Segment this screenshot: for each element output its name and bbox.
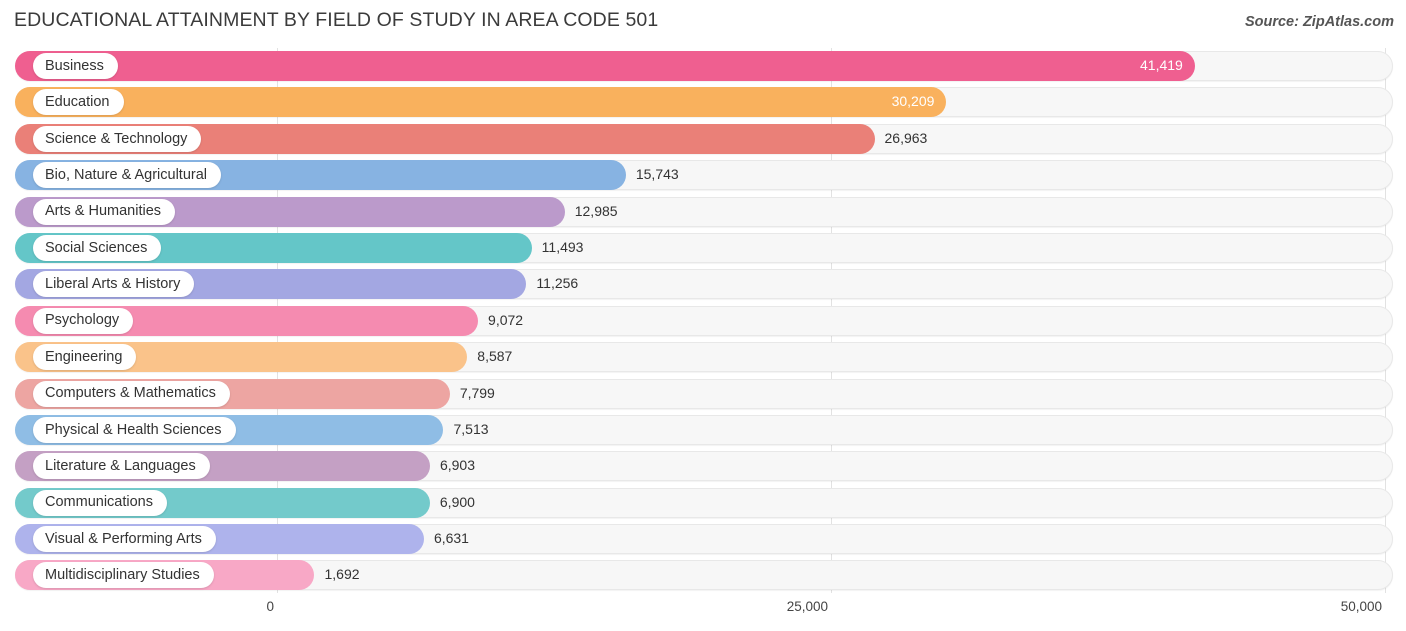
bar-row: Bio, Nature & Agricultural 15,743 <box>0 157 1406 193</box>
category-label: Multidisciplinary Studies <box>45 567 200 584</box>
chart-page: EDUCATIONAL ATTAINMENT BY FIELD OF STUDY… <box>0 0 1406 631</box>
bar-rows: Business 41,419 Education 30,209 Science & T… <box>0 48 1406 594</box>
bar-value-label: 15,743 <box>635 166 679 183</box>
plot-area: Business 41,419 Education 30,209 Science & T… <box>0 48 1406 593</box>
category-label-pill: Engineering <box>33 344 137 371</box>
bar-row: Social Sciences 11,493 <box>0 230 1406 266</box>
bar-row: Visual & Performing Arts 6,631 <box>0 521 1406 557</box>
bar-value-label: 11,256 <box>536 275 579 292</box>
bar-value-label: 6,903 <box>439 457 476 474</box>
bar-value-label: 1,692 <box>324 566 360 583</box>
category-label-pill: Multidisciplinary Studies <box>33 562 214 589</box>
bar-row: Literature & Languages 6,903 <box>0 448 1406 484</box>
category-label: Visual & Performing Arts <box>45 530 202 547</box>
category-label: Arts & Humanities <box>45 203 162 220</box>
page-title: EDUCATIONAL ATTAINMENT BY FIELD OF STUDY… <box>14 9 659 31</box>
bar-row: Multidisciplinary Studies 1,692 <box>0 557 1406 593</box>
category-label-pill: Computers & Mathematics <box>33 380 230 407</box>
category-label-pill: Science & Technology <box>33 125 202 152</box>
x-axis-tick-label: 0 <box>266 599 274 614</box>
category-label: Liberal Arts & History <box>45 276 181 293</box>
category-label: Literature & Languages <box>45 458 196 475</box>
category-label: Psychology <box>45 312 120 329</box>
source-attribution: Source: ZipAtlas.com <box>1244 14 1394 30</box>
bar[interactable] <box>15 87 947 118</box>
category-label: Social Sciences <box>45 239 148 256</box>
category-label-pill: Physical & Health Sciences <box>33 416 236 443</box>
category-label: Science & Technology <box>45 130 188 147</box>
category-label-pill: Communications <box>33 489 167 516</box>
bar-row: Psychology 9,072 <box>0 303 1406 339</box>
category-label-pill: Arts & Humanities <box>33 198 176 225</box>
x-axis-tick-label: 50,000 <box>1340 599 1382 614</box>
bar-row: Science & Technology 26,963 <box>0 121 1406 157</box>
category-label-pill: Literature & Languages <box>33 453 210 480</box>
bar-value-label: 26,963 <box>884 129 928 146</box>
bar[interactable] <box>15 51 1195 81</box>
category-label: Engineering <box>45 348 123 365</box>
category-label: Computers & Mathematics <box>45 385 216 402</box>
category-label: Bio, Nature & Agricultural <box>45 166 207 183</box>
category-label-pill: Bio, Nature & Agricultural <box>33 162 221 189</box>
category-label: Physical & Health Sciences <box>45 421 222 438</box>
category-label-pill: Business <box>33 53 118 79</box>
bar-value-label: 7,513 <box>453 420 489 437</box>
category-label: Education <box>45 94 110 111</box>
bar-row: Arts & Humanities 12,985 <box>0 194 1406 230</box>
bar-value-label: 30,209 <box>891 93 935 110</box>
bar-value-label: 9,072 <box>488 311 524 328</box>
bar-value-label: 7,799 <box>459 384 495 401</box>
category-label-pill: Liberal Arts & History <box>33 271 195 298</box>
category-label-pill: Psychology <box>33 307 134 334</box>
bar-value-label: 6,631 <box>433 530 469 547</box>
category-label-pill: Social Sciences <box>33 234 162 261</box>
bar-row: Business 41,419 <box>0 48 1406 84</box>
bar-row: Physical & Health Sciences 7,513 <box>0 412 1406 448</box>
bar-value-label: 11,493 <box>541 238 584 255</box>
bar-value-label: 12,985 <box>574 202 618 219</box>
x-axis-tick-label: 25,000 <box>786 599 828 614</box>
category-label: Communications <box>45 494 153 511</box>
x-axis: 0 25,000 50,000 <box>0 593 1406 631</box>
bar-value-label: 8,587 <box>477 348 513 365</box>
category-label-pill: Visual & Performing Arts <box>33 526 216 553</box>
chart-header: EDUCATIONAL ATTAINMENT BY FIELD OF STUDY… <box>0 0 1406 48</box>
bar-value-label: 41,419 <box>1140 57 1183 73</box>
bar-row: Computers & Mathematics 7,799 <box>0 376 1406 412</box>
bar-value-label: 6,900 <box>439 493 475 510</box>
category-label-pill: Education <box>33 89 124 116</box>
category-label: Business <box>45 57 104 74</box>
bar-row: Liberal Arts & History 11,256 <box>0 266 1406 302</box>
bar-row: Education 30,209 <box>0 84 1406 120</box>
bar-row: Communications 6,900 <box>0 485 1406 521</box>
bar-row: Engineering 8,587 <box>0 339 1406 375</box>
